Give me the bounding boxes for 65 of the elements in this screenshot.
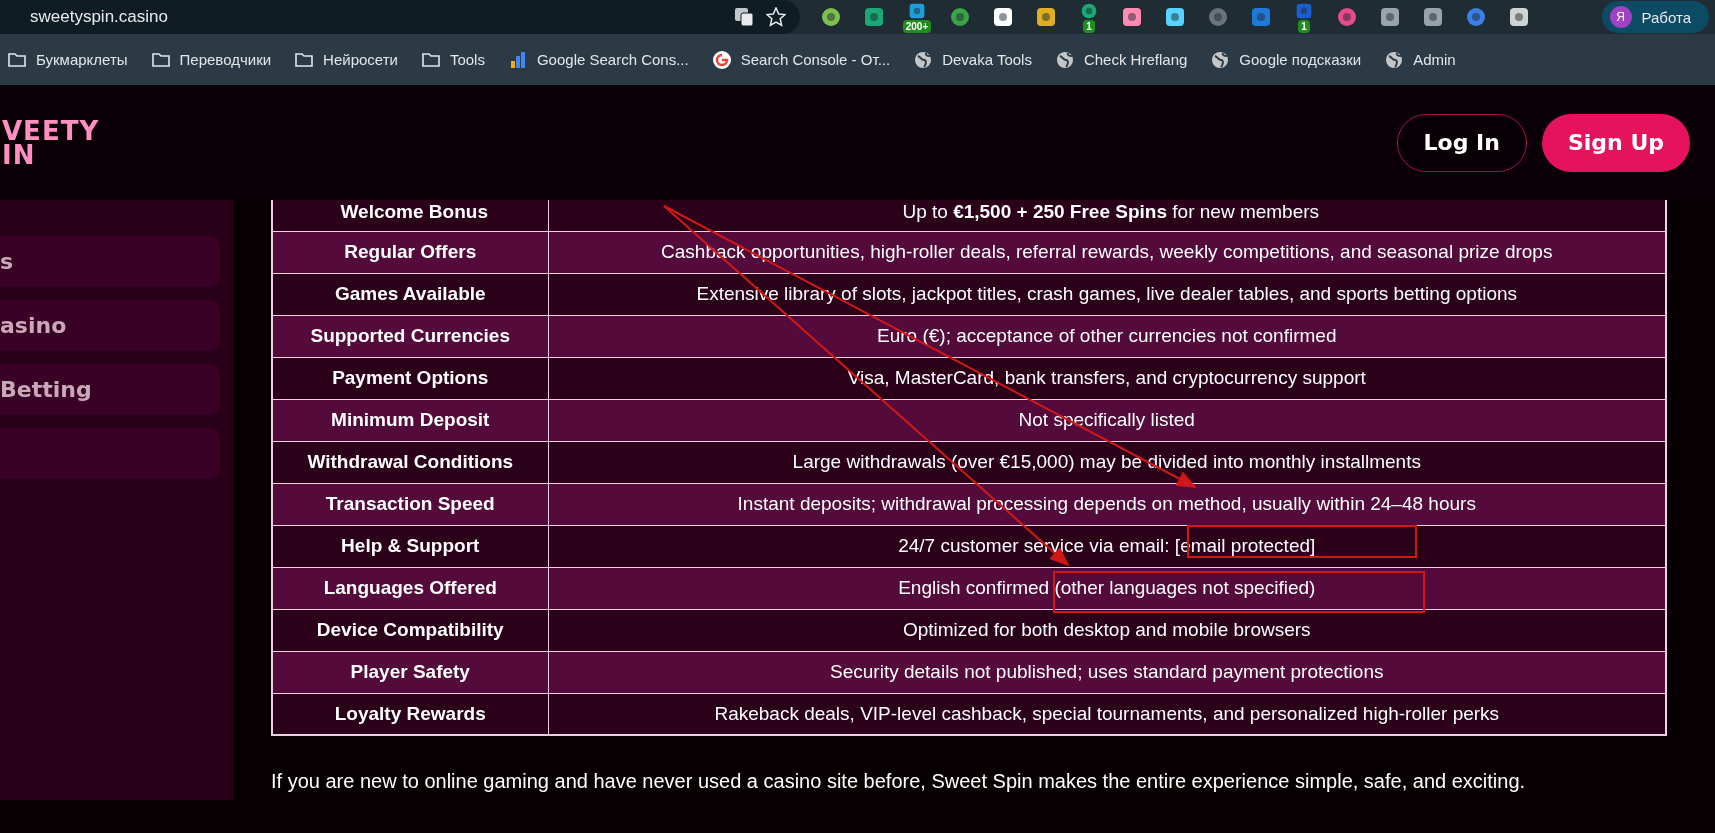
profile-name: Работа (1641, 8, 1691, 26)
bookmark-label: Переводчики (179, 51, 272, 68)
bar-chart-icon (508, 50, 527, 69)
bookmark[interactable]: Devaka Tools (914, 50, 1032, 69)
bookmark-label: Search Console - От... (740, 51, 891, 68)
row-label: Games Available (272, 273, 548, 315)
sidebar-item[interactable]: asino (0, 300, 220, 351)
globe-icon (914, 50, 933, 69)
avatar-initial: Я (1609, 6, 1632, 28)
folder-icon (421, 52, 440, 67)
row-label: Languages Offered (272, 567, 548, 609)
extension-icon[interactable] (1035, 6, 1057, 28)
row-label: Minimum Deposit (272, 399, 548, 441)
notification-badge: 1 (1298, 19, 1310, 33)
bookmark[interactable]: Check Hreflang (1055, 50, 1188, 69)
folder-icon (8, 52, 26, 67)
bookmark-label: Admin (1413, 51, 1456, 68)
bookmark-label: Нейросети (323, 51, 398, 68)
extension-icon[interactable] (1121, 6, 1143, 28)
row-label: Help & Support (272, 525, 548, 567)
row-label: Supported Currencies (272, 315, 548, 357)
logo-text: VEETY (2, 118, 100, 143)
bookmark-label: Букмарклеты (36, 51, 128, 68)
extension-icon[interactable] (1422, 6, 1444, 28)
translate-icon[interactable] (734, 7, 754, 27)
bookmark[interactable]: Нейросети (295, 51, 398, 68)
row-label: Transaction Speed (272, 483, 548, 525)
sidebar-item[interactable]: Betting (0, 364, 220, 415)
row-label: Player Safety (272, 651, 548, 693)
logo-text: IN (2, 142, 36, 167)
log-in-button[interactable]: Log In (1396, 113, 1527, 172)
bookmark[interactable]: Search Console - От... (712, 50, 891, 69)
bookmark-label: Check Hreflang (1083, 51, 1188, 68)
bookmark[interactable]: Букмарклеты (8, 51, 128, 68)
bookmark-label: Google подсказки (1239, 51, 1362, 68)
notification-badge: 200+ (902, 19, 932, 33)
bookmark[interactable]: Google подсказки (1211, 50, 1362, 69)
extension-icon[interactable] (992, 6, 1014, 28)
profile-button[interactable]: Я Работа (1601, 1, 1709, 33)
globe-icon (1385, 50, 1404, 69)
extension-icon[interactable] (1508, 6, 1530, 28)
globe-icon (1055, 50, 1074, 69)
sidebar-item[interactable]: s (0, 236, 220, 287)
row-label: Welcome Bonus (272, 200, 548, 231)
extension-icon[interactable] (1164, 6, 1186, 28)
bookmark-label: Google Search Cons... (536, 51, 689, 68)
intro-paragraph: If you are new to online gaming and have never used a casino site before, Sweet Spin makes the entire experience simple, safe, and exciting. (271, 770, 1527, 793)
sign-up-button[interactable]: Sign Up (1541, 113, 1690, 172)
globe-icon (1211, 50, 1230, 69)
row-label: Withdrawal Conditions (272, 441, 548, 483)
bookmark[interactable]: Admin (1385, 50, 1456, 69)
folder-icon (295, 52, 314, 67)
row-label: Device Compatibility (272, 609, 548, 651)
extension-icon[interactable] (1379, 6, 1401, 28)
notification-badge: 1 (1083, 19, 1095, 33)
row-label: Regular Offers (272, 231, 548, 273)
row-label: Payment Options (272, 357, 548, 399)
bookmark-label: Devaka Tools (942, 51, 1032, 68)
bookmark[interactable]: Переводчики (151, 51, 272, 68)
bookmark[interactable]: Google Search Cons... (508, 50, 689, 69)
google-icon (712, 50, 731, 69)
star-icon[interactable] (766, 7, 786, 27)
bookmark[interactable]: Tools (421, 51, 485, 68)
folder-icon (151, 52, 170, 67)
bookmark-label: Tools (449, 51, 485, 68)
